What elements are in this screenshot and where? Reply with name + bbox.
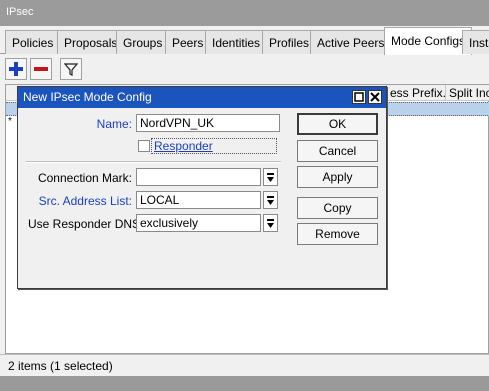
remove-button[interactable] bbox=[30, 58, 52, 80]
apply-button[interactable]: Apply bbox=[297, 166, 378, 188]
connection-mark-field[interactable] bbox=[136, 168, 261, 186]
status-text: 2 items (1 selected) bbox=[8, 359, 113, 373]
src-address-list-field[interactable]: LOCAL bbox=[136, 191, 261, 209]
name-label: Name: bbox=[96, 117, 132, 131]
tab-mode-configs[interactable]: Mode Configs bbox=[384, 27, 473, 55]
tab-proposals[interactable]: Proposals bbox=[57, 30, 125, 54]
column-header-address-prefix[interactable]: ess Prefix... bbox=[386, 85, 445, 101]
dialog-title: New IPsec Mode Config bbox=[18, 87, 386, 108]
src-address-list-label: Src. Address List: bbox=[38, 194, 132, 208]
separator bbox=[26, 161, 281, 163]
dropdown-arrow-icon bbox=[267, 218, 274, 228]
tab-profiles[interactable]: Profiles bbox=[262, 30, 317, 54]
add-button[interactable] bbox=[5, 58, 27, 80]
cancel-button[interactable]: Cancel bbox=[297, 140, 378, 162]
copy-button[interactable]: Copy bbox=[297, 197, 378, 219]
bottom-strip bbox=[0, 376, 489, 391]
tab-policies[interactable]: Policies bbox=[5, 30, 61, 54]
maximize-button[interactable] bbox=[352, 90, 366, 104]
tab-groups[interactable]: Groups bbox=[116, 30, 170, 54]
ok-button[interactable]: OK bbox=[297, 113, 378, 135]
filter-button[interactable] bbox=[60, 58, 82, 80]
maximize-icon bbox=[354, 92, 364, 102]
responder-label[interactable]: Responder bbox=[151, 138, 277, 154]
connection-mark-label: Connection Mark: bbox=[37, 171, 132, 185]
tab-peers[interactable]: Peers bbox=[165, 30, 211, 54]
filter-icon bbox=[64, 63, 78, 76]
plus-icon bbox=[9, 62, 23, 76]
remove-button[interactable]: Remove bbox=[297, 223, 378, 245]
connection-mark-dropdown[interactable] bbox=[263, 168, 278, 186]
use-responder-dns-dropdown[interactable] bbox=[263, 214, 278, 232]
toolbar bbox=[0, 55, 489, 83]
use-responder-dns-label: Use Responder DNS: bbox=[28, 217, 144, 231]
tab-identities[interactable]: Identities bbox=[205, 30, 268, 54]
dropdown-arrow-icon bbox=[267, 172, 274, 182]
status-bar: 2 items (1 selected) bbox=[0, 354, 489, 376]
src-address-list-dropdown[interactable] bbox=[263, 191, 278, 209]
tab-bar: Policies Proposals Groups Peers Identiti… bbox=[0, 26, 489, 55]
name-input[interactable]: NordVPN_UK bbox=[136, 114, 280, 132]
column-header-split-include[interactable]: Split Inclu bbox=[445, 85, 489, 101]
tab-active-peers[interactable]: Active Peers bbox=[310, 30, 392, 54]
use-responder-dns-select[interactable]: exclusively bbox=[136, 214, 261, 232]
close-button[interactable] bbox=[368, 90, 382, 104]
responder-checkbox[interactable] bbox=[138, 140, 150, 152]
new-mode-config-dialog: New IPsec Mode Config Name: NordVPN_UK R… bbox=[17, 86, 387, 289]
tab-installed-sas[interactable]: Insta bbox=[462, 30, 489, 54]
close-icon bbox=[370, 92, 380, 102]
dropdown-arrow-icon bbox=[267, 195, 274, 205]
window-title: IPsec bbox=[0, 0, 489, 26]
minus-icon bbox=[34, 67, 48, 71]
row-marker: * bbox=[8, 116, 12, 127]
